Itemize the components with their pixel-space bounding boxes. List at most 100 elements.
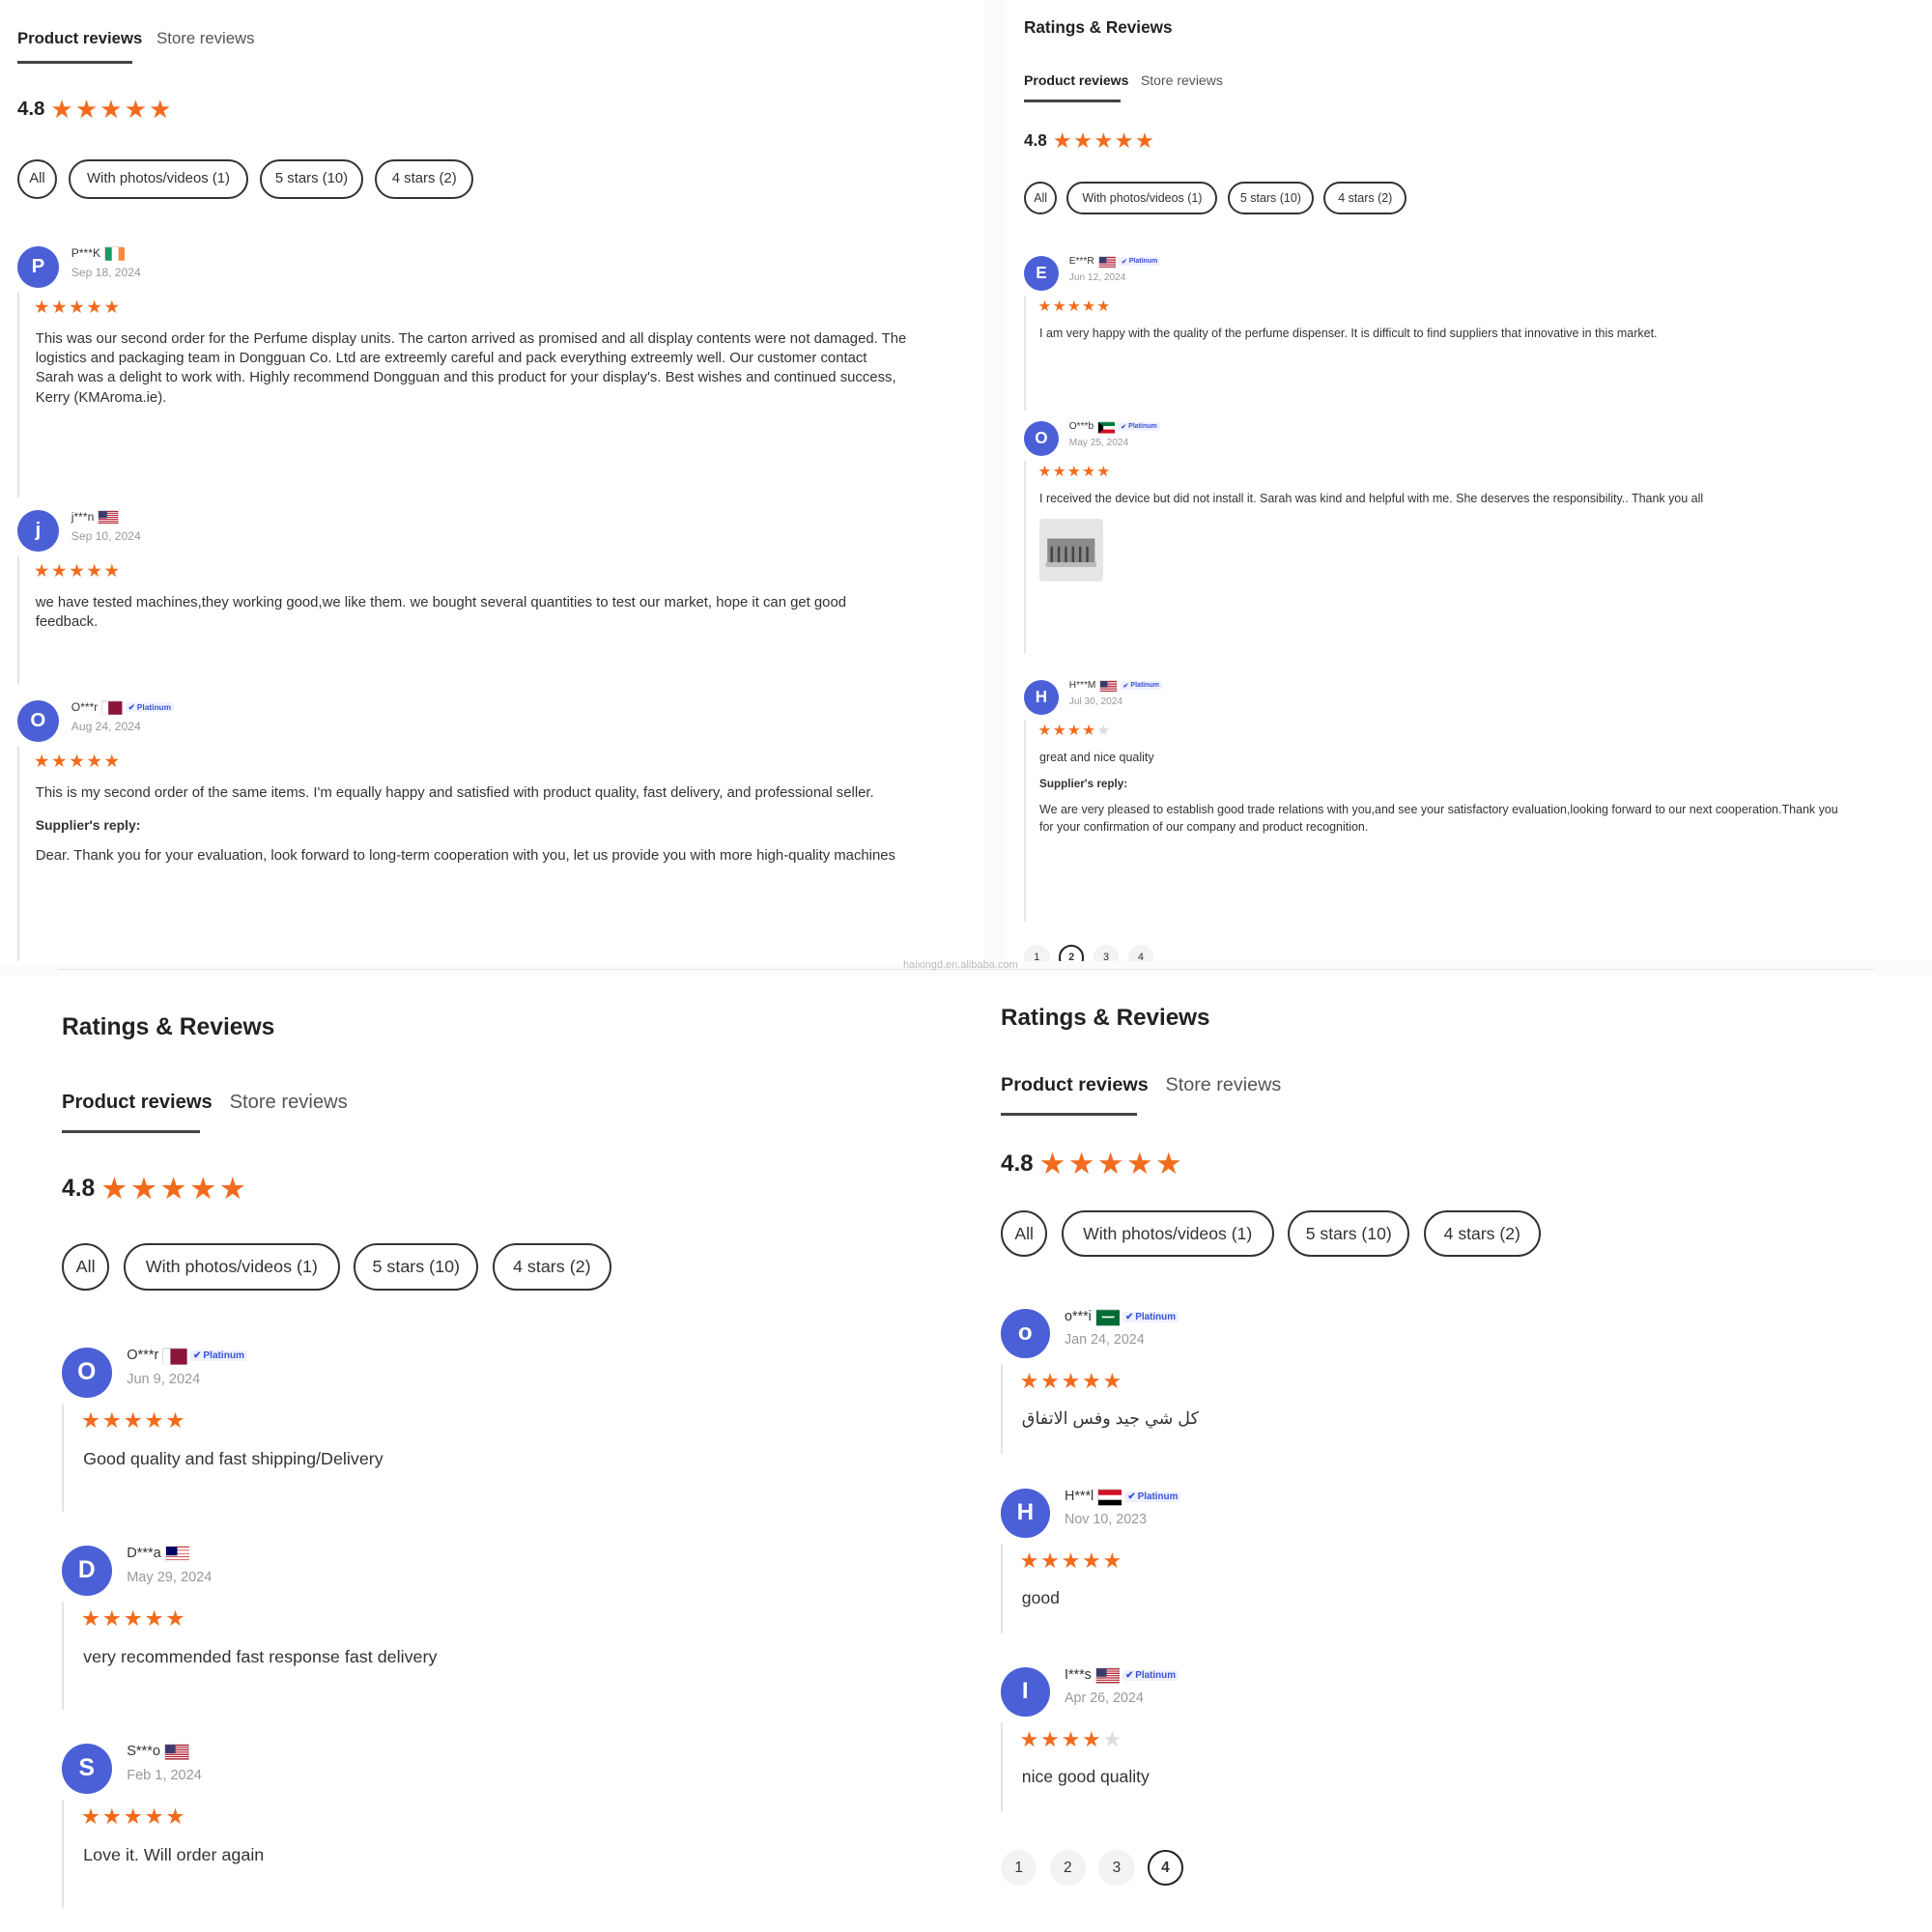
star-icon: ★ <box>1102 1368 1122 1393</box>
star-icon: ★ <box>69 750 85 771</box>
filter-chip[interactable]: All <box>17 159 57 199</box>
filter-chip[interactable]: With photos/videos (1) <box>1061 1210 1274 1258</box>
review-body: ★ ★ ★ ★ ★ كل شي جيد وفس الاتفاق <box>1001 1364 1855 1454</box>
filter-chip[interactable]: With photos/videos (1) <box>1066 182 1218 215</box>
star-icon: ★ <box>1052 298 1066 316</box>
review-star-rating: ★ ★ ★ ★ ★ <box>80 1605 186 1631</box>
avatar: D <box>62 1546 112 1596</box>
star-icon: ★ <box>80 1605 100 1631</box>
star-icon: ★ <box>124 95 148 124</box>
tab-store-reviews[interactable]: Store reviews <box>1166 1074 1282 1096</box>
review-star-rating: ★ ★ ★ ★ ★ <box>1037 299 1111 315</box>
review-text: This is my second order of the same item… <box>35 784 874 801</box>
page-button[interactable]: 1 <box>1001 1850 1037 1887</box>
avatar: O <box>17 700 59 742</box>
avatar: E <box>1024 256 1059 291</box>
star-icon: ★ <box>1094 128 1114 153</box>
filter-chip[interactable]: 4 stars (2) <box>492 1243 611 1292</box>
verified-check-icon: ✔ <box>128 702 135 712</box>
filter-chip[interactable]: 4 stars (2) <box>375 159 474 199</box>
platinum-badge-label: Platinum <box>1130 682 1160 690</box>
tab-product-reviews[interactable]: Product reviews <box>17 29 142 48</box>
star-icon: ★ <box>80 1407 100 1433</box>
filter-chip[interactable]: 5 stars (10) <box>354 1243 479 1292</box>
review-photo-thumbnail[interactable] <box>1039 518 1103 582</box>
review-date: May 29, 2024 <box>127 1569 213 1585</box>
page-button[interactable]: 1 <box>1024 945 1050 961</box>
filter-chip[interactable]: With photos/videos (1) <box>68 159 248 199</box>
star-icon: ★ <box>123 1407 143 1433</box>
review-body: ★ ★ ★ ★ ★ we have tested machines,they workin… <box>17 556 927 684</box>
star-icon: ★ <box>1096 464 1111 481</box>
review-stars: ★ ★ ★ ★ ★ <box>80 1407 186 1433</box>
page-button[interactable]: 4 <box>1127 945 1154 961</box>
review-date: Jul 30, 2024 <box>1068 696 1122 708</box>
review-date: Sep 18, 2024 <box>71 266 141 280</box>
star-icon: ★ <box>144 1804 164 1829</box>
page-button[interactable]: 4 <box>1147 1850 1184 1887</box>
active-tab-underline <box>1024 99 1121 103</box>
filter-chip[interactable]: 4 stars (2) <box>1423 1210 1541 1258</box>
reviewer-masked-name: O***r <box>127 1348 159 1364</box>
star-icon: ★ <box>1019 1548 1039 1573</box>
star-icon: ★ <box>1082 1368 1101 1393</box>
filter-chip[interactable]: All <box>62 1243 110 1292</box>
page-button[interactable]: 3 <box>1098 1850 1135 1887</box>
review-panel: Ratings & Reviews Product reviews Store re… <box>985 976 1932 1932</box>
tab-store-reviews[interactable]: Store reviews <box>230 1092 348 1114</box>
filter-chip[interactable]: All <box>1001 1210 1048 1258</box>
tab-store-reviews[interactable]: Store reviews <box>156 29 254 48</box>
star-icon: ★ <box>189 1172 217 1206</box>
filter-chip[interactable]: 5 stars (10) <box>1287 1210 1410 1258</box>
filter-chip[interactable]: With photos/videos (1) <box>123 1243 340 1292</box>
tab-store-reviews[interactable]: Store reviews <box>1141 72 1223 88</box>
reviewer-name: H***l ✔ Platinum <box>1065 1489 1181 1506</box>
platinum-badge: ✔ Platinum <box>189 1350 247 1361</box>
review-text: we have tested machines,they working goo… <box>35 594 847 630</box>
star-icon: ★ <box>129 1172 157 1206</box>
star-icon: ★ <box>123 1605 143 1631</box>
platinum-badge: ✔ Platinum <box>1118 422 1160 432</box>
platinum-badge: ✔ Platinum <box>1124 1491 1181 1502</box>
star-icon: ★ <box>1061 1726 1081 1751</box>
tab-product-reviews[interactable]: Product reviews <box>62 1092 213 1114</box>
page-button[interactable]: 2 <box>1058 945 1085 961</box>
star-icon: ★ <box>1082 464 1096 481</box>
review-text: Love it. Will order again <box>83 1845 265 1865</box>
review-body: ★ ★ ★ ★ ★ great and nice quality Supplier's re… <box>1024 719 1874 922</box>
platinum-badge-label: Platinum <box>1128 258 1158 266</box>
star-icon: ★ <box>33 296 50 317</box>
filter-chip[interactable]: 5 stars (10) <box>1227 182 1315 215</box>
star-icon: ★ <box>1040 1548 1060 1573</box>
review-panel: Ratings & Reviews Product reviews Store re… <box>1005 0 1932 961</box>
tab-product-reviews[interactable]: Product reviews <box>1001 1074 1149 1096</box>
star-icon: ★ <box>1061 1548 1081 1573</box>
platinum-badge-label: Platinum <box>1128 423 1157 431</box>
review-item: D D***a May 29, 2024 ★ ★ ★ ★ ★ very recommended … <box>62 1546 931 1710</box>
star-icon: ★ <box>1037 723 1052 740</box>
review-stars: ★ ★ ★ ★ ★ <box>34 750 122 771</box>
tab-product-reviews[interactable]: Product reviews <box>1024 72 1128 88</box>
review-stars: ★ ★ ★ ★ ★ <box>1020 1368 1123 1393</box>
review-stars: ★ ★ ★ ★ ★ <box>34 298 122 317</box>
reviewer-masked-name: j***n <box>71 510 95 524</box>
page-button[interactable]: 3 <box>1093 945 1120 961</box>
star-icon: ★ <box>101 1407 122 1433</box>
reviewer-masked-name: I***s <box>1065 1667 1092 1684</box>
star-icon: ★ <box>99 95 123 124</box>
filter-chip[interactable]: 4 stars (2) <box>1323 182 1407 215</box>
review-body: ★ ★ ★ ★ ★ nice good quality <box>1001 1722 1855 1812</box>
review-date: Feb 1, 2024 <box>127 1767 202 1783</box>
review-body: ★ ★ ★ ★ ★ good <box>1001 1544 1855 1634</box>
review-date: May 25, 2024 <box>1068 438 1129 449</box>
average-stars: ★ ★ ★ ★ ★ <box>50 97 173 122</box>
country-flag-icon <box>101 700 123 715</box>
review-date: Jan 24, 2024 <box>1065 1332 1145 1349</box>
filter-chip[interactable]: All <box>1024 182 1058 215</box>
supplier-reply-label: Supplier's reply: <box>35 816 141 833</box>
star-icon: ★ <box>1154 1147 1182 1180</box>
filter-chip[interactable]: 5 stars (10) <box>260 159 363 199</box>
filter-chips: All With photos/videos (1) 5 stars (10) 4 s… <box>1001 1210 1541 1258</box>
rating-summary: 4.8 ★ ★ ★ ★ ★ <box>1001 1147 1184 1180</box>
page-button[interactable]: 2 <box>1049 1850 1086 1887</box>
